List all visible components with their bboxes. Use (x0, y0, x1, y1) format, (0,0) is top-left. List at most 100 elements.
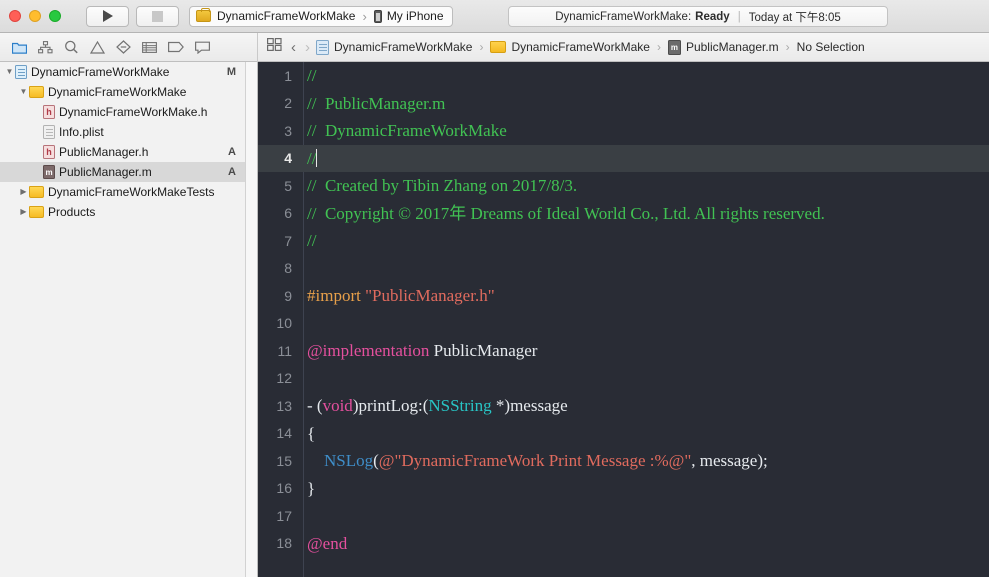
editor-layout-icon[interactable] (267, 38, 282, 56)
window-controls (0, 10, 61, 22)
code-token: NSLog (324, 451, 374, 470)
line-number: 11 (277, 342, 292, 359)
code-token: // (307, 148, 317, 168)
navigator-row[interactable]: ▶ Products (0, 202, 245, 222)
folder-icon (29, 86, 44, 98)
comment-icon[interactable] (195, 41, 210, 54)
disclosure-triangle-open-icon[interactable]: ▼ (4, 62, 15, 82)
project-icon (15, 65, 27, 79)
scheme-selector[interactable]: DynamicFrameWorkMake › My iPhone (189, 5, 453, 27)
code-token: - ( (307, 396, 323, 415)
code-line[interactable]: 9 #import "PublicManager.h" (258, 282, 989, 310)
title-bar: DynamicFrameWorkMake › My iPhone Dynamic… (0, 0, 989, 33)
status-divider: | (737, 10, 741, 23)
search-icon[interactable] (64, 40, 79, 54)
hierarchy-icon[interactable] (38, 40, 53, 54)
line-number: 6 (284, 205, 292, 222)
navigator-row[interactable]: m PublicManager.m A (0, 162, 245, 182)
navigator-row[interactable]: h DynamicFrameWorkMake.h (0, 102, 245, 122)
scm-status-badge: A (228, 166, 236, 178)
code-token: @"DynamicFrameWork Print Message :%@" (378, 451, 692, 470)
tag-icon[interactable] (168, 41, 184, 53)
navigator-row[interactable]: ▶ DynamicFrameWorkMakeTests (0, 182, 245, 202)
disclosure-triangle-closed-icon[interactable]: ▶ (18, 182, 29, 202)
code-line-text: // DynamicFrameWorkMake (301, 117, 989, 145)
code-line[interactable]: 17 (258, 502, 989, 530)
code-token: // DynamicFrameWorkMake (307, 121, 507, 140)
breadcrumb-item-selection[interactable]: No Selection (797, 40, 865, 54)
line-number: 1 (284, 67, 292, 84)
status-time: Today at 下午8:05 (748, 11, 841, 24)
code-line[interactable]: 11 @implementation PublicManager (258, 337, 989, 365)
project-navigator[interactable]: ▼ DynamicFrameWorkMake M ▼ DynamicFrameWorkM… (0, 62, 246, 577)
source-editor[interactable]: 1 // 2 // PublicManager.m 3 // DynamicFrameWo… (258, 62, 989, 577)
code-line[interactable]: 16} (258, 475, 989, 503)
code-line[interactable]: 13 - (void)printLog:(NSString *)message (258, 392, 989, 420)
breadcrumb-label: No Selection (796, 40, 865, 54)
folder-icon (490, 41, 507, 53)
breadcrumb-chevron-icon: › (479, 40, 484, 54)
code-line[interactable]: 3 // DynamicFrameWorkMake (258, 117, 989, 145)
breadcrumb-item-project[interactable]: DynamicFrameWorkMake (316, 39, 472, 55)
status-bar[interactable]: DynamicFrameWorkMake: Ready | Today at 下… (508, 6, 888, 27)
code-token: "PublicManager.h" (365, 286, 495, 305)
code-token: // (307, 66, 317, 85)
navigator-row[interactable]: ▼ DynamicFrameWorkMake M (0, 62, 245, 82)
code-line[interactable]: 5 // Created by Tibin Zhang on 2017/8/3. (258, 172, 989, 200)
code-token: @end (307, 533, 348, 553)
code-line[interactable]: 6 // Copyright © 2017年 Dreams of Ideal Wo… (258, 200, 989, 228)
code-line-text: { (301, 420, 989, 448)
scheme-briefcase-icon (196, 8, 211, 22)
test-icon[interactable] (142, 41, 157, 54)
code-line[interactable]: 1 // (258, 62, 989, 90)
breadcrumb-item-file[interactable]: m PublicManager.m (667, 39, 779, 55)
folder-icon[interactable] (12, 41, 27, 54)
disclosure-triangle-open-icon[interactable]: ▼ (18, 82, 29, 102)
code-line-text: - (void)printLog:(NSString *)message (301, 392, 989, 420)
code-line-text: // Copyright © 2017年 Dreams of Ideal Wor… (301, 200, 989, 228)
code-token: { (307, 423, 316, 443)
code-line[interactable]: 18 @end (258, 530, 989, 558)
close-icon[interactable] (9, 10, 21, 22)
disclosure-triangle-closed-icon[interactable]: ▶ (18, 202, 29, 222)
navigator-row[interactable]: Info.plist (0, 122, 245, 142)
code-line[interactable]: 15 NSLog(@"DynamicFrameWork Print Messag… (258, 447, 989, 475)
stop-button[interactable] (136, 5, 179, 27)
folder-icon (29, 206, 44, 218)
code-line[interactable]: 8 (258, 255, 989, 283)
navigator-tab-bar (0, 32, 258, 62)
navigator-row-label: DynamicFrameWorkMake.h (59, 105, 208, 119)
minimize-icon[interactable] (29, 10, 41, 22)
code-token: // Created by Tibin Zhang on 2017/8/3. (307, 176, 578, 195)
zoom-icon[interactable] (49, 10, 61, 22)
code-line-text: // PublicManager.m (301, 90, 989, 118)
code-line[interactable]: 14 { (258, 420, 989, 448)
code-token: // (307, 231, 317, 250)
code-line[interactable]: 2 // PublicManager.m (258, 90, 989, 118)
navigator-scrollbar[interactable] (246, 62, 258, 577)
navigate-back-button[interactable]: ‹ (291, 39, 296, 56)
code-token: )printLog:( (352, 396, 429, 415)
navigator-row[interactable]: h PublicManager.h A (0, 142, 245, 162)
diamond-icon[interactable] (116, 40, 131, 54)
line-number: 2 (284, 95, 292, 112)
run-button[interactable] (86, 5, 129, 27)
code-token: @implementation (307, 341, 430, 360)
code-line-text: // (301, 227, 989, 255)
warning-icon[interactable] (90, 40, 105, 54)
code-line[interactable]: 12 (258, 365, 989, 393)
code-token: , message); (691, 451, 768, 470)
breadcrumb-chevron-icon: › (656, 40, 661, 54)
navigator-row-label: Info.plist (59, 125, 104, 139)
navigator-row[interactable]: ▼ DynamicFrameWorkMake (0, 82, 245, 102)
code-line[interactable]: 4 // (258, 144, 989, 172)
code-line[interactable]: 10 (258, 310, 989, 338)
code-token: PublicManager (429, 341, 538, 360)
breadcrumb: DynamicFrameWorkMake › DynamicFrameWorkM… (310, 33, 865, 62)
breadcrumb-label: DynamicFrameWorkMake (511, 40, 650, 54)
code-line[interactable]: 7 // (258, 227, 989, 255)
breadcrumb-item-group[interactable]: DynamicFrameWorkMake (490, 40, 650, 54)
code-token: *)message (491, 396, 568, 415)
line-number: 15 (276, 452, 292, 469)
